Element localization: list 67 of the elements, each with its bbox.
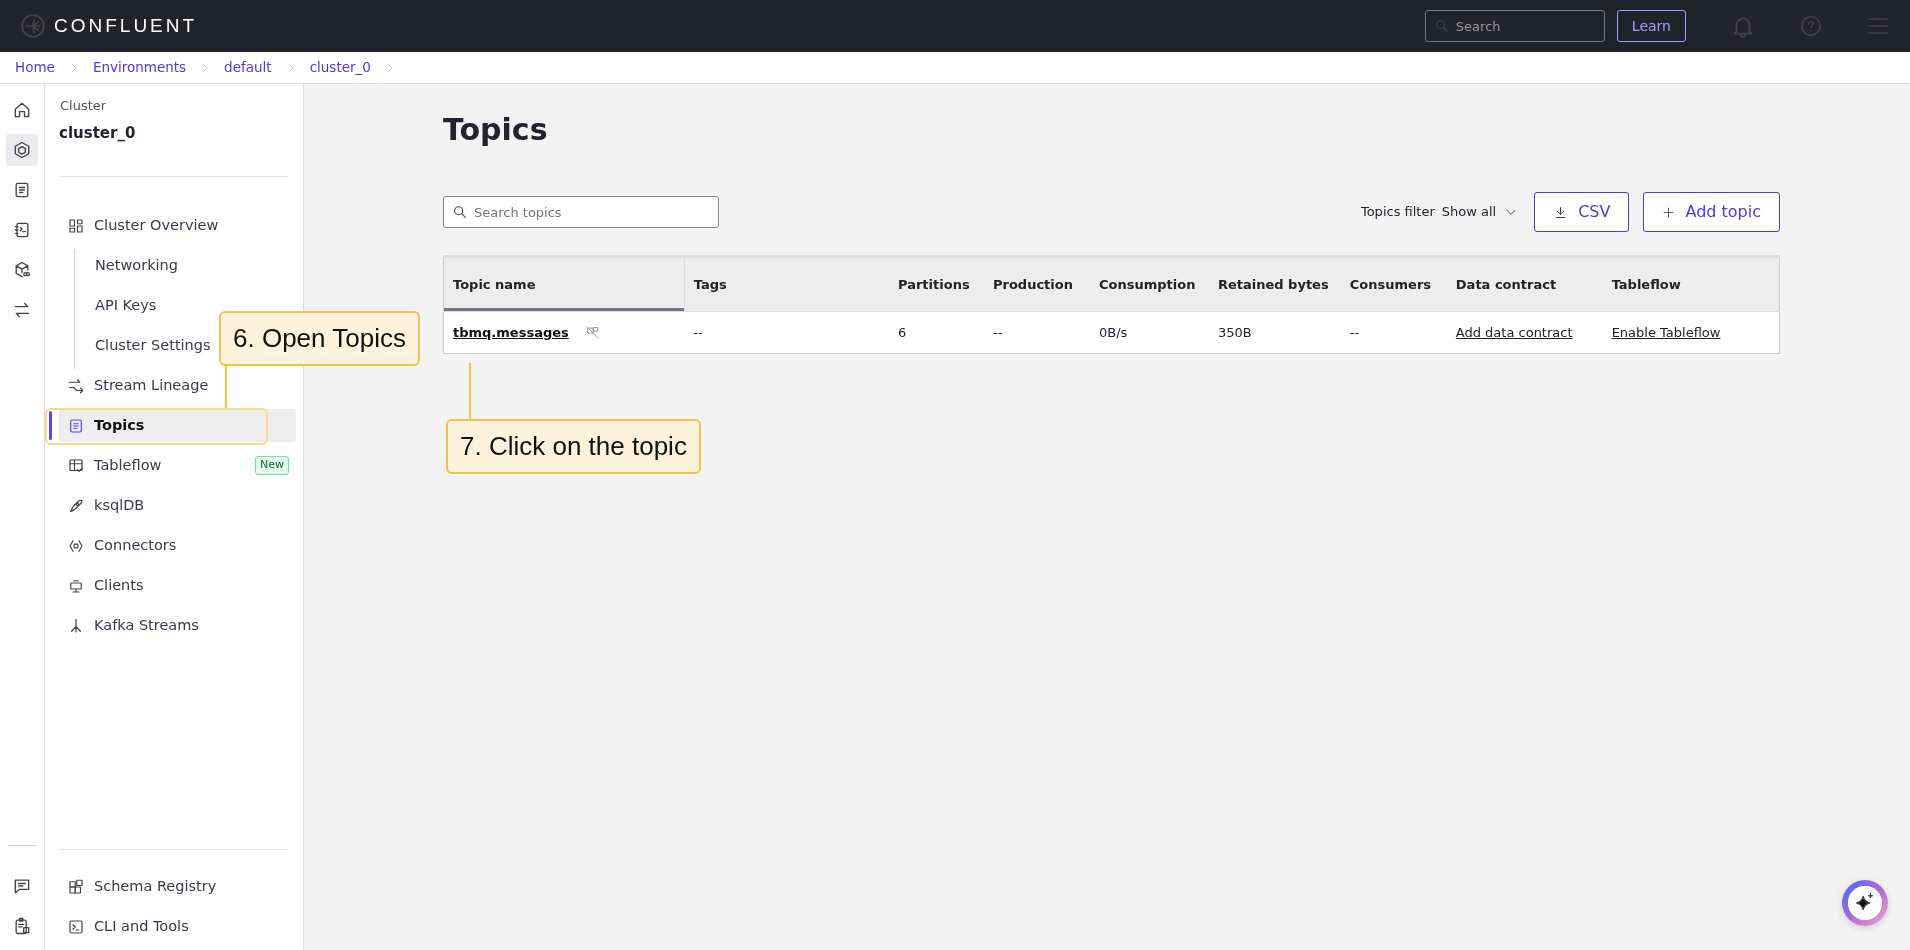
callout-label: 6. Open Topics [219, 311, 420, 366]
search-field[interactable]: Search [1424, 10, 1605, 42]
table-cell: 350B [1208, 311, 1341, 354]
csv-button[interactable]: CSV [1534, 192, 1630, 232]
column-header[interactable]: Partitions [889, 256, 984, 312]
sidebar-item[interactable]: Schema Registry [59, 870, 219, 903]
leader-line [469, 363, 471, 419]
column-header[interactable]: Consumption [1089, 256, 1209, 312]
schema-blocks-icon [67, 877, 85, 896]
sparkle-icon [1848, 886, 1882, 920]
table-cell: 6 [889, 311, 984, 354]
column-header[interactable]: Consumers [1340, 256, 1447, 312]
swap-arrows-icon[interactable] [12, 300, 32, 320]
table-link[interactable]: Add data contract [1455, 324, 1573, 340]
lineage-arrows-icon [67, 376, 85, 395]
column-header[interactable]: Production [984, 256, 1090, 312]
dashboard-icon [67, 216, 85, 235]
breadcrumb-link[interactable]: Environments [92, 57, 187, 78]
filter-label: Topics filter [1360, 203, 1435, 222]
add-topic-button[interactable]: Add topic [1643, 192, 1780, 232]
sidebar-item[interactable]: ksqlDB [59, 489, 147, 522]
plus-icon [1662, 205, 1676, 219]
hexagon-icon[interactable] [12, 140, 32, 160]
home-icon[interactable] [12, 100, 32, 120]
sidebar-item[interactable]: Cluster Settings [75, 329, 213, 362]
crossed-out-grid-icon [584, 325, 600, 340]
logo-icon [20, 13, 46, 39]
table-check-icon [67, 456, 85, 475]
new-tag: New [255, 456, 289, 475]
breadcrumb-link[interactable]: default [224, 57, 272, 78]
breadcrumb-link[interactable]: cluster_0 [309, 57, 371, 78]
download-icon [1553, 204, 1569, 220]
document-icon [67, 416, 85, 435]
sidebar-item[interactable]: Kafka Streams [59, 609, 201, 642]
learn-button[interactable]: Learn [1616, 10, 1686, 42]
search-topics-field[interactable]: Search topics [443, 196, 719, 228]
sidebar-item[interactable]: Clients [59, 569, 146, 602]
sidebar-item[interactable]: CLI and Tools [59, 910, 191, 943]
column-header[interactable]: Tags [684, 256, 889, 312]
sidebar-item[interactable]: Connectors [59, 529, 179, 562]
sidebar-item[interactable]: Tableflow New [59, 449, 296, 482]
logo-text: CONFLUENT [54, 13, 198, 38]
table-link[interactable]: Enable Tableflow [1611, 324, 1721, 340]
sidebar-item[interactable]: Networking [75, 249, 180, 282]
leader-line [225, 363, 227, 408]
column-header[interactable]: Retained bytes [1208, 256, 1341, 312]
table-cell: -- [1340, 311, 1447, 354]
search-icon [1433, 18, 1450, 34]
sidebar-item[interactable]: Stream Lineage [59, 369, 211, 402]
cluster-name: cluster_0 [59, 122, 137, 144]
table-cell: -- [984, 311, 1090, 354]
table-cell: -- [684, 311, 889, 354]
sidebar-label: Cluster [60, 97, 108, 115]
table-cell: 0B/s [1089, 311, 1209, 354]
column-header[interactable]: Tableflow [1602, 256, 1780, 312]
filter-dropdown[interactable]: Show all [1441, 202, 1519, 222]
assistant-button[interactable] [1842, 880, 1888, 926]
sidebar-item[interactable]: Cluster Overview [59, 209, 221, 242]
topic-link[interactable]: tbmq.messages [453, 322, 569, 343]
terminal-icon [67, 917, 85, 936]
rocket-icon [67, 496, 85, 515]
sidebar-item[interactable]: API Keys [75, 289, 159, 322]
breadcrumb-link[interactable]: Home [15, 57, 55, 78]
callout-label: 7. Click on the topic [446, 419, 701, 474]
column-header[interactable]: Topic name [443, 256, 685, 312]
column-header[interactable]: Data contract [1446, 256, 1603, 312]
page-title: Topics [443, 112, 549, 148]
